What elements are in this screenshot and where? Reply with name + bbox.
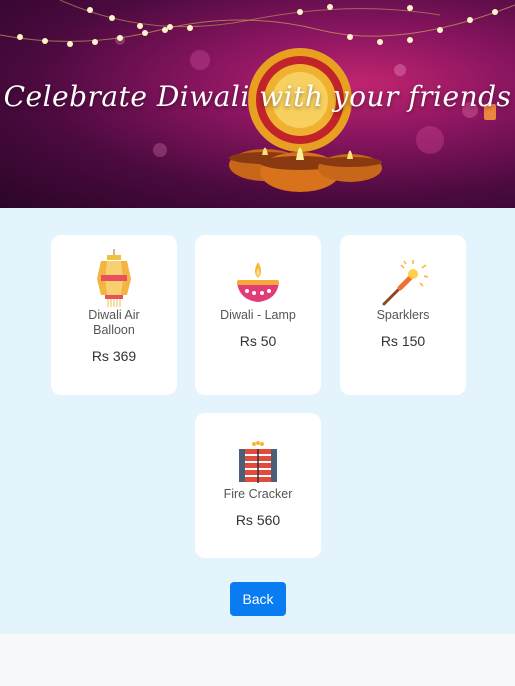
product-name: Fire Cracker <box>223 487 293 501</box>
lantern-icon <box>97 249 131 307</box>
hero-banner: Celebrate Diwali with your friends <box>0 0 515 208</box>
product-price: Rs 560 <box>235 512 281 528</box>
banner-title: Celebrate Diwali with your friends <box>3 80 512 113</box>
product-card-lamp[interactable]: Diwali - Lamp Rs 50 <box>195 235 321 395</box>
product-card-air-balloon[interactable]: Diwali Air Balloon Rs 369 <box>51 235 177 395</box>
product-name: Sparklers <box>376 308 430 322</box>
back-button[interactable]: Back <box>230 582 286 616</box>
product-price: Rs 150 <box>380 333 426 349</box>
product-card-sparklers[interactable]: Sparklers Rs 150 <box>340 235 466 395</box>
sparkler-icon <box>382 260 428 306</box>
diya-lamp-icon <box>237 262 279 302</box>
product-price: Rs 50 <box>239 333 277 349</box>
fire-cracker-icon <box>239 441 277 483</box>
product-card-fire-cracker[interactable]: Fire Cracker Rs 560 <box>195 413 321 558</box>
product-name: Diwali - Lamp <box>220 308 296 322</box>
product-price: Rs 369 <box>91 348 137 364</box>
page-footer <box>0 634 515 686</box>
product-name: Diwali Air Balloon <box>88 308 140 337</box>
